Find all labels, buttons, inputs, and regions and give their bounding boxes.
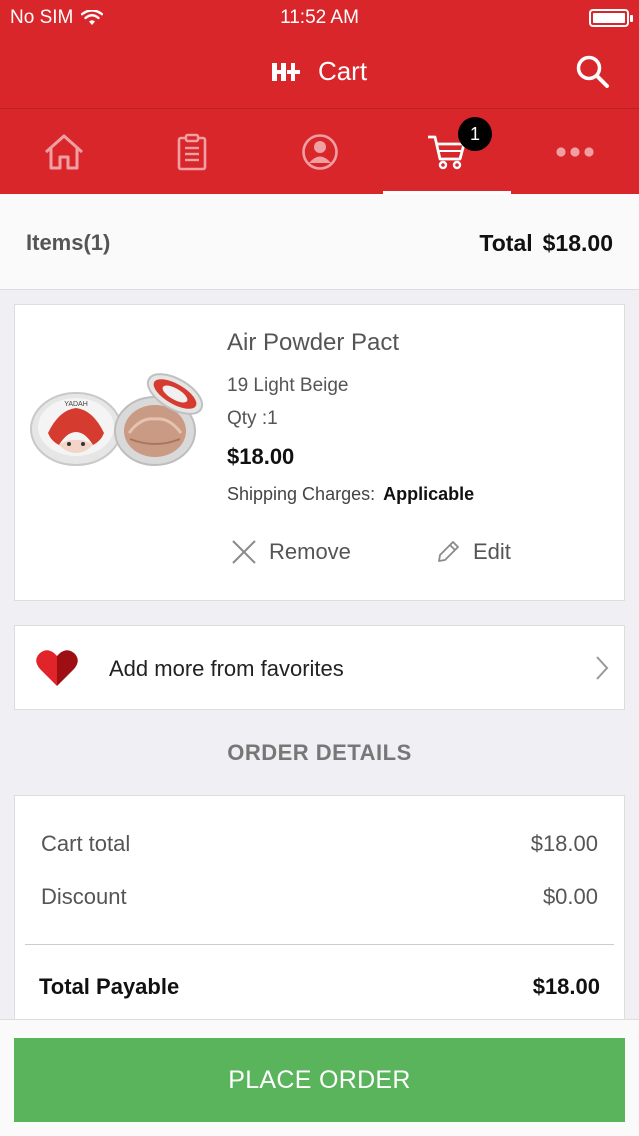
nav-bar: Cart <box>0 36 639 108</box>
tab-bar: 1 <box>0 108 639 195</box>
search-icon <box>576 55 609 88</box>
product-quantity: Qty :1 <box>227 408 278 429</box>
product-price: $18.00 <box>227 444 295 469</box>
total-payable-row: Total Payable $18.00 <box>39 974 600 1000</box>
items-label: Items(1) <box>26 230 110 256</box>
tab-account[interactable] <box>256 109 384 195</box>
checkout-footer: PLACE ORDER <box>0 1019 639 1136</box>
cart-total-label: Cart total <box>41 831 131 856</box>
shipping-value: Applicable <box>383 484 475 504</box>
items-summary: Items(1) Total $18.00 <box>0 194 639 290</box>
cart-total-value: $18.00 <box>530 831 598 856</box>
heart-icon <box>36 650 78 686</box>
add-from-favorites-row[interactable]: Add more from favorites <box>14 625 625 710</box>
status-time: 11:52 AM <box>280 7 359 28</box>
total-value: $18.00 <box>542 230 613 256</box>
edit-label: Edit <box>473 539 511 564</box>
total-payable-label: Total Payable <box>39 974 180 999</box>
search-button[interactable] <box>575 54 611 90</box>
battery-icon <box>589 9 633 27</box>
page-title: Cart <box>317 56 368 86</box>
nav-title-group: Cart <box>0 56 639 87</box>
total-payable-value: $18.00 <box>532 974 600 999</box>
discount-value: $0.00 <box>542 884 598 909</box>
product-variant: 19 Light Beige <box>227 375 349 396</box>
remove-button[interactable]: Remove <box>231 539 351 565</box>
home-icon <box>45 134 83 170</box>
edit-button[interactable]: Edit <box>435 539 511 565</box>
favorites-label: Add more from favorites <box>109 656 344 681</box>
discount-row: Discount $0.00 <box>41 884 598 910</box>
tab-more[interactable] <box>511 109 639 195</box>
tab-cart[interactable]: 1 <box>383 109 511 195</box>
cart-total-row: Cart total $18.00 <box>41 831 598 857</box>
product-name[interactable]: Air Powder Pact <box>227 329 399 357</box>
order-details-card: Cart total $18.00 Discount $0.00 Total P… <box>14 795 625 1025</box>
chevron-right-icon <box>596 656 609 680</box>
divider <box>25 944 614 945</box>
shipping-label: Shipping Charges: <box>227 484 376 504</box>
place-order-button[interactable]: PLACE ORDER <box>14 1038 625 1122</box>
tab-home[interactable] <box>0 109 128 195</box>
total-label: Total <box>479 230 533 256</box>
product-image[interactable]: YADAH <box>29 367 209 477</box>
pencil-icon <box>438 541 459 562</box>
cart-item-card: YADAH Air Powder Pact 19 Light Beige Qty… <box>14 304 625 601</box>
status-bar: No SIM 11:52 AM <box>0 0 639 36</box>
user-icon <box>302 134 338 170</box>
brand-logo <box>271 62 300 81</box>
tab-orders[interactable] <box>128 109 256 195</box>
shipping-info: Shipping Charges: Applicable <box>227 484 474 505</box>
cart-badge: 1 <box>458 117 492 151</box>
order-details-heading: ORDER DETAILS <box>227 740 412 765</box>
close-icon <box>232 540 256 564</box>
more-icon <box>556 147 594 157</box>
svg-text:YADAH: YADAH <box>64 401 88 408</box>
cart-total: Total $18.00 <box>479 230 613 257</box>
remove-label: Remove <box>269 539 351 564</box>
clipboard-icon <box>177 133 207 171</box>
discount-label: Discount <box>41 884 127 909</box>
items-count: (1) <box>83 230 111 255</box>
items-label-text: Items <box>26 230 84 255</box>
